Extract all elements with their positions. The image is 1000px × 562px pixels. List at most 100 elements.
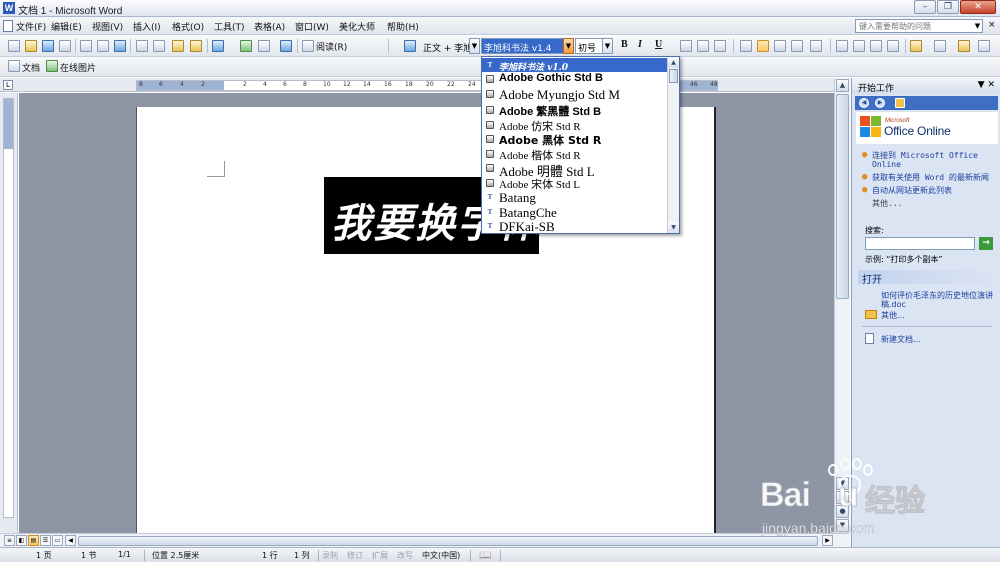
char-shading-icon[interactable] <box>697 40 709 52</box>
previous-page-icon[interactable]: ▲ <box>836 491 849 504</box>
font-size-combo[interactable]: 初号 <box>575 38 603 54</box>
font-option[interactable]: T Batang <box>482 190 668 206</box>
font-combo[interactable]: 李旭科书法 v1.4 <box>481 38 564 54</box>
reading-view-icon[interactable]: ▭ <box>52 535 63 546</box>
doc-button[interactable]: 文档 <box>22 61 40 74</box>
font-color-icon[interactable] <box>934 40 946 52</box>
forward-icon[interactable]: ▶ <box>875 98 885 108</box>
font-list-scroll-thumb[interactable] <box>669 69 678 83</box>
tab-selector-icon[interactable]: L <box>3 80 13 90</box>
scroll-up-icon[interactable]: ▲ <box>836 79 849 92</box>
cut-icon[interactable] <box>153 40 165 52</box>
chevron-down-icon[interactable]: ▼ <box>972 19 983 33</box>
horizontal-scroll-thumb[interactable] <box>78 536 818 546</box>
bullets-icon[interactable] <box>853 40 865 52</box>
list-item[interactable]: ● 自动从网站更新此列表 <box>862 186 998 196</box>
hyperlink-icon[interactable] <box>240 40 252 52</box>
numbering-icon[interactable] <box>836 40 848 52</box>
research-icon[interactable] <box>136 40 148 52</box>
task-pane-menu-icon[interactable]: ▼ ✕ <box>978 80 995 90</box>
highlight-icon[interactable] <box>910 40 922 52</box>
align-right-icon[interactable] <box>774 40 786 52</box>
table-icon[interactable] <box>258 40 270 52</box>
underline-button[interactable]: U <box>655 39 662 50</box>
status-track-changes[interactable]: 修订 <box>347 550 363 561</box>
align-left-icon[interactable] <box>740 40 752 52</box>
font-option[interactable]: Adobe 明體 Std L <box>482 161 668 177</box>
scroll-right-icon[interactable]: ▶ <box>822 535 833 546</box>
font-dropdown-icon[interactable]: ▼ <box>563 38 574 54</box>
link-latest-news[interactable]: 获取有关使用 Word 的最新新闻 <box>872 173 989 182</box>
align-center-icon[interactable] <box>757 40 769 52</box>
next-page-icon[interactable]: ▼ <box>836 519 849 532</box>
font-option[interactable]: T DFKai-SB <box>482 219 668 233</box>
outline-view-icon[interactable]: ☰ <box>40 535 51 546</box>
status-overtype[interactable]: 改写 <box>397 550 413 561</box>
read-mode-button[interactable]: 阅读(R) <box>316 40 347 53</box>
close-button[interactable]: ✕ <box>960 0 996 14</box>
menu-edit[interactable]: 编辑(E) <box>51 20 82 33</box>
bold-button[interactable]: B <box>621 39 628 50</box>
font-option[interactable]: Adobe 繁黑體 Std B <box>482 103 668 117</box>
menu-view[interactable]: 视图(V) <box>92 20 123 33</box>
online-picture-button[interactable]: 在线图片 <box>60 61 96 74</box>
close-document-icon[interactable]: × <box>988 20 996 30</box>
font-list-scrollbar[interactable]: ▲ ▼ <box>667 57 679 233</box>
paste-icon[interactable] <box>190 40 202 52</box>
undo-icon[interactable] <box>212 40 224 52</box>
scroll-down-icon[interactable]: ▼ <box>668 222 679 233</box>
style-dropdown-icon[interactable]: ▼ <box>469 38 480 54</box>
font-size-dropdown-icon[interactable]: ▼ <box>602 38 613 54</box>
help-search-input[interactable]: 键入需要帮助的问题 <box>855 19 983 33</box>
italic-button[interactable]: I <box>638 39 642 50</box>
status-extend[interactable]: 扩展 <box>372 550 388 561</box>
menu-file[interactable]: 文件(F) <box>16 20 46 33</box>
home-icon[interactable] <box>895 98 905 108</box>
print-icon[interactable] <box>80 40 92 52</box>
more-link[interactable]: 其他... <box>862 199 998 208</box>
link-connect-online[interactable]: 连接到 Microsoft Office Online <box>872 151 978 169</box>
status-record[interactable]: 录制 <box>322 550 338 561</box>
new-document-link[interactable]: 新建文档... <box>881 334 921 345</box>
font-option[interactable]: Adobe 宋体 Std L <box>482 176 668 190</box>
scroll-thumb[interactable] <box>836 94 849 299</box>
online-picture-icon[interactable] <box>46 60 58 72</box>
open-more-link[interactable]: 其他... <box>881 310 905 321</box>
menu-window[interactable]: 窗口(W) <box>295 20 329 33</box>
phonetic-guide-icon[interactable] <box>958 40 970 52</box>
styles-icon[interactable] <box>404 40 416 52</box>
read-mode-icon[interactable] <box>302 40 314 52</box>
font-option[interactable]: Adobe 楷体 Std R <box>482 147 668 161</box>
enclose-char-icon[interactable] <box>978 40 990 52</box>
permission-icon[interactable] <box>59 40 71 52</box>
spelling-icon[interactable] <box>114 40 126 52</box>
font-dropdown-list[interactable]: T 李旭科书法 v1.0 Adobe Gothic Std B Adobe My… <box>481 56 680 234</box>
font-option[interactable]: T 李旭科书法 v1.0 <box>482 58 668 72</box>
scroll-down-icon[interactable]: ▼ <box>836 477 849 490</box>
browse-object-icon[interactable]: ● <box>836 505 849 518</box>
back-icon[interactable]: ◀ <box>859 98 869 108</box>
new-icon[interactable] <box>8 40 20 52</box>
scroll-left-icon[interactable]: ◀ <box>65 535 76 546</box>
spelling-status-icon[interactable]: 📖 <box>479 550 491 561</box>
decrease-indent-icon[interactable] <box>870 40 882 52</box>
char-border-icon[interactable] <box>680 40 692 52</box>
list-item[interactable]: ● 获取有关使用 Word 的最新新闻 <box>862 173 998 183</box>
print-preview-icon[interactable] <box>97 40 109 52</box>
menu-table[interactable]: 表格(A) <box>254 20 285 33</box>
maximize-button[interactable]: ❐ <box>937 0 959 14</box>
link-auto-update[interactable]: 自动从网站更新此列表 <box>872 186 952 195</box>
scroll-up-icon[interactable]: ▲ <box>668 57 679 68</box>
vertical-ruler[interactable] <box>3 98 14 518</box>
search-input[interactable] <box>865 237 975 250</box>
open-icon[interactable] <box>25 40 37 52</box>
vertical-scrollbar[interactable]: ▲ ▼ ▲ ● ▼ <box>834 78 850 533</box>
line-spacing-icon[interactable] <box>810 40 822 52</box>
document-icon[interactable] <box>8 60 20 72</box>
web-view-icon[interactable]: ◧ <box>16 535 27 546</box>
recent-file-link[interactable]: 如何评价毛泽东的历史地位演讲稿.doc <box>881 291 998 309</box>
menu-format[interactable]: 格式(O) <box>172 20 204 33</box>
menu-tools[interactable]: 工具(T) <box>214 20 245 33</box>
menu-help[interactable]: 帮助(H) <box>387 20 419 33</box>
font-option[interactable]: Adobe Myungjo Std M <box>482 87 668 103</box>
